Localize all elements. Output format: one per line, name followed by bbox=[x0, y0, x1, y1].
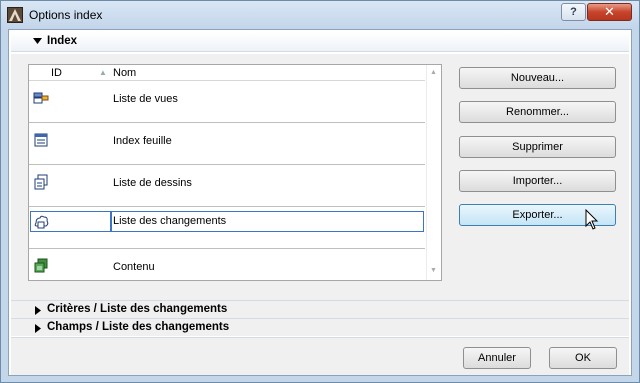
criteria-section-header[interactable]: Critères / Liste des changements bbox=[11, 300, 629, 318]
list-item[interactable]: Liste de vues bbox=[29, 81, 425, 123]
list-item-name: Contenu bbox=[113, 261, 155, 273]
index-section-header[interactable]: Index bbox=[11, 32, 629, 52]
help-button[interactable]: ? bbox=[561, 3, 586, 21]
list-scrollbar[interactable]: ▲ ▼ bbox=[426, 65, 441, 280]
app-icon bbox=[7, 7, 23, 23]
scroll-up-icon[interactable]: ▲ bbox=[430, 69, 437, 76]
list-item[interactable]: Contenu bbox=[29, 249, 425, 291]
index-section-label: Index bbox=[47, 35, 78, 47]
list-item-name: Liste des changements bbox=[113, 215, 227, 227]
sort-ascending-icon: ▲ bbox=[99, 68, 107, 77]
index-list[interactable]: ID ▲ Nom Liste de vues Index feuille Lis… bbox=[28, 64, 442, 281]
sheet-index-icon bbox=[34, 133, 48, 147]
collapsed-triangle-icon bbox=[35, 324, 41, 333]
options-index-dialog: Options index ? ✕ Index ID ▲ Nom Liste d… bbox=[0, 0, 640, 383]
fields-section-header[interactable]: Champs / Liste des changements bbox=[11, 318, 629, 336]
list-item-name: Liste de dessins bbox=[113, 177, 192, 189]
column-header-name[interactable]: Nom bbox=[113, 67, 136, 79]
rename-button[interactable]: Renommer... bbox=[459, 101, 616, 123]
list-item-name: Index feuille bbox=[113, 135, 172, 147]
dialog-footer: Annuler OK bbox=[11, 337, 629, 375]
dialog-body: Index ID ▲ Nom Liste de vues Index feuil… bbox=[8, 29, 632, 376]
scroll-down-icon[interactable]: ▼ bbox=[430, 267, 437, 274]
criteria-section-label: Critères / Liste des changements bbox=[47, 303, 228, 315]
list-item-name: Liste de vues bbox=[113, 93, 178, 105]
drawing-list-icon bbox=[34, 174, 48, 190]
fields-section-label: Champs / Liste des changements bbox=[47, 321, 230, 333]
ok-button[interactable]: OK bbox=[549, 347, 617, 369]
list-item-selected[interactable]: Liste des changements bbox=[29, 207, 425, 249]
collapsed-triangle-icon bbox=[35, 306, 41, 315]
new-button[interactable]: Nouveau... bbox=[459, 67, 616, 89]
window-title: Options index bbox=[29, 8, 103, 22]
import-button[interactable]: Importer... bbox=[459, 170, 616, 192]
cancel-button[interactable]: Annuler bbox=[463, 347, 531, 369]
view-list-icon bbox=[33, 92, 49, 104]
change-list-icon bbox=[34, 215, 49, 229]
close-button[interactable]: ✕ bbox=[587, 3, 632, 21]
mouse-cursor-icon bbox=[585, 209, 599, 230]
title-bar[interactable]: Options index ? ✕ bbox=[1, 1, 639, 29]
index-panel: ID ▲ Nom Liste de vues Index feuille Lis… bbox=[11, 54, 629, 300]
delete-button[interactable]: Supprimer bbox=[459, 136, 616, 158]
list-item[interactable]: Index feuille bbox=[29, 123, 425, 165]
column-header-id[interactable]: ID bbox=[51, 67, 62, 79]
contents-icon bbox=[34, 258, 48, 273]
list-header: ID ▲ Nom bbox=[29, 65, 425, 81]
expanded-triangle-icon bbox=[33, 38, 42, 44]
list-item[interactable]: Liste de dessins bbox=[29, 165, 425, 207]
